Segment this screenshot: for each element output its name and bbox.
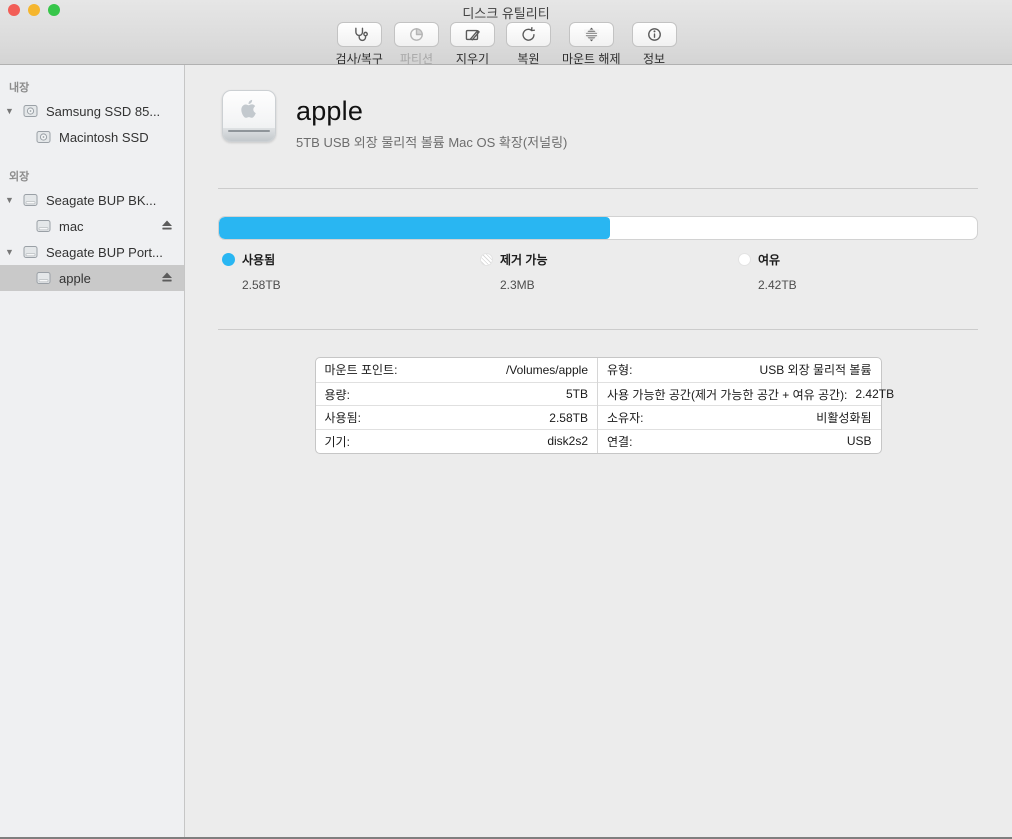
detail-row-mount-point: 마운트 포인트: /Volumes/apple: [316, 358, 598, 382]
eject-icon[interactable]: [160, 271, 174, 283]
sidebar-item-seagate-bup-port[interactable]: ▼ Seagate BUP Port...: [0, 239, 184, 265]
volume-title: apple: [296, 96, 567, 127]
toolbar: 검사/복구 파티션: [0, 22, 1012, 67]
usage-bar-used-segment: [219, 217, 610, 239]
used-swatch: [222, 253, 235, 266]
sidebar: 내장 ▼ Samsung SSD 85... Macintosh SSD 외장 …: [0, 65, 185, 837]
detail-row-connection: 연결: USB: [598, 429, 881, 453]
detail-row-capacity: 용량: 5TB: [316, 382, 598, 406]
unmount-label: 마운트 해제: [562, 50, 621, 67]
erase-icon: [450, 22, 495, 47]
volume-subtitle: 5TB USB 외장 물리적 볼륨 Mac OS 확장(저널링): [296, 132, 567, 151]
sidebar-item-label: Seagate BUP Port...: [46, 245, 184, 260]
apple-logo-icon: [238, 97, 260, 121]
detail-label: 유형:: [607, 361, 632, 378]
first-aid-label: 검사/복구: [335, 50, 383, 67]
legend-used-value: 2.58TB: [242, 278, 281, 292]
detail-label: 사용 가능한 공간(제거 가능한 공간 + 여유 공간):: [607, 386, 847, 403]
internal-disk-icon: [35, 129, 52, 145]
internal-disk-icon: [22, 103, 39, 119]
detail-label: 사용됨:: [325, 409, 361, 426]
window-title: 디스크 유틸리티: [0, 3, 1012, 22]
volume-header: apple 5TB USB 외장 물리적 볼륨 Mac OS 확장(저널링): [218, 90, 978, 151]
disclosure-triangle-icon[interactable]: ▼: [5, 247, 15, 257]
detail-value: /Volumes/apple: [498, 363, 588, 377]
detail-row-available: 사용 가능한 공간(제거 가능한 공간 + 여유 공간): 2.42TB: [598, 382, 881, 406]
detail-value: 2.58TB: [541, 411, 588, 425]
device-slot: [228, 130, 270, 132]
disk-utility-window: 디스크 유틸리티 검사/복구: [0, 0, 1012, 839]
erase-button[interactable]: 지우기: [450, 22, 495, 67]
sidebar-section-internal: 내장: [0, 75, 184, 98]
legend-purgeable-label: 제거 가능: [500, 251, 548, 268]
detail-value: 5TB: [558, 387, 588, 401]
info-label: 정보: [643, 50, 665, 67]
sidebar-item-label: Samsung SSD 85...: [46, 104, 184, 119]
unmount-icon: [569, 22, 614, 47]
legend-free-label: 여유: [758, 251, 780, 268]
legend-free-value: 2.42TB: [758, 278, 797, 292]
unmount-button[interactable]: 마운트 해제: [562, 22, 621, 67]
sidebar-item-samsung-ssd[interactable]: ▼ Samsung SSD 85...: [0, 98, 184, 124]
detail-value: USB: [839, 434, 872, 448]
partition-button[interactable]: 파티션: [394, 22, 439, 67]
sidebar-item-label: Seagate BUP BK...: [46, 193, 184, 208]
partition-icon: [394, 22, 439, 47]
restore-button[interactable]: 복원: [506, 22, 551, 67]
disclosure-triangle-icon[interactable]: ▼: [5, 195, 15, 205]
detail-row-device: 기기: disk2s2: [316, 429, 598, 453]
sidebar-item-label: Macintosh SSD: [59, 130, 184, 145]
detail-value: disk2s2: [539, 434, 588, 448]
detail-row-owner: 소유자: 비활성화됨: [598, 405, 881, 429]
first-aid-icon: [337, 22, 382, 47]
detail-value: 2.42TB: [847, 387, 894, 401]
divider: [218, 329, 978, 330]
disclosure-triangle-icon[interactable]: ▼: [5, 106, 15, 116]
detail-value: 비활성화됨: [808, 409, 871, 426]
detail-label: 용량:: [325, 386, 350, 403]
details-table: 마운트 포인트: /Volumes/apple 용량: 5TB 사용됨: 2.5…: [315, 357, 882, 454]
detail-label: 마운트 포인트:: [325, 361, 398, 378]
external-device-icon: [222, 90, 276, 142]
sidebar-item-seagate-bup-bk[interactable]: ▼ Seagate BUP BK...: [0, 187, 184, 213]
external-disk-icon: [22, 192, 39, 208]
sidebar-item-mac[interactable]: mac: [0, 213, 184, 239]
detail-row-type: 유형: USB 외장 물리적 볼륨: [598, 358, 881, 382]
external-disk-icon: [22, 244, 39, 260]
info-icon: [632, 22, 677, 47]
sidebar-item-macintosh-ssd[interactable]: Macintosh SSD: [0, 124, 184, 150]
details-left-panel: 마운트 포인트: /Volumes/apple 용량: 5TB 사용됨: 2.5…: [316, 358, 599, 453]
detail-label: 기기:: [325, 433, 350, 450]
partition-label: 파티션: [400, 50, 433, 67]
external-disk-icon: [35, 270, 52, 286]
free-swatch: [738, 253, 751, 266]
legend-purgeable: 제거 가능 2.3MB: [480, 251, 548, 292]
detail-value: USB 외장 물리적 볼륨: [752, 361, 872, 378]
sidebar-item-apple[interactable]: apple: [0, 265, 184, 291]
legend-used-label: 사용됨: [242, 251, 275, 268]
legend-free: 여유 2.42TB: [738, 251, 797, 292]
legend-purgeable-value: 2.3MB: [500, 278, 548, 292]
main-pane: apple 5TB USB 외장 물리적 볼륨 Mac OS 확장(저널링) 사…: [185, 65, 1012, 837]
legend-used: 사용됨 2.58TB: [222, 251, 281, 292]
sidebar-section-external: 외장: [0, 164, 184, 187]
usage-legend: 사용됨 2.58TB 제거 가능 2.3MB 여유 2.4: [218, 251, 978, 303]
detail-label: 소유자:: [607, 409, 643, 426]
detail-label: 연결:: [607, 433, 632, 450]
first-aid-button[interactable]: 검사/복구: [335, 22, 383, 67]
purgeable-swatch: [480, 253, 493, 266]
info-button[interactable]: 정보: [632, 22, 677, 67]
divider: [218, 188, 978, 189]
restore-label: 복원: [517, 50, 539, 67]
detail-row-used: 사용됨: 2.58TB: [316, 405, 598, 429]
details-right-panel: 유형: USB 외장 물리적 볼륨 사용 가능한 공간(제거 가능한 공간 + …: [598, 358, 881, 453]
eject-icon[interactable]: [160, 219, 174, 231]
external-disk-icon: [35, 218, 52, 234]
usage-bar: [218, 216, 978, 240]
restore-icon: [506, 22, 551, 47]
titlebar: 디스크 유틸리티 검사/복구: [0, 0, 1012, 65]
erase-label: 지우기: [456, 50, 489, 67]
